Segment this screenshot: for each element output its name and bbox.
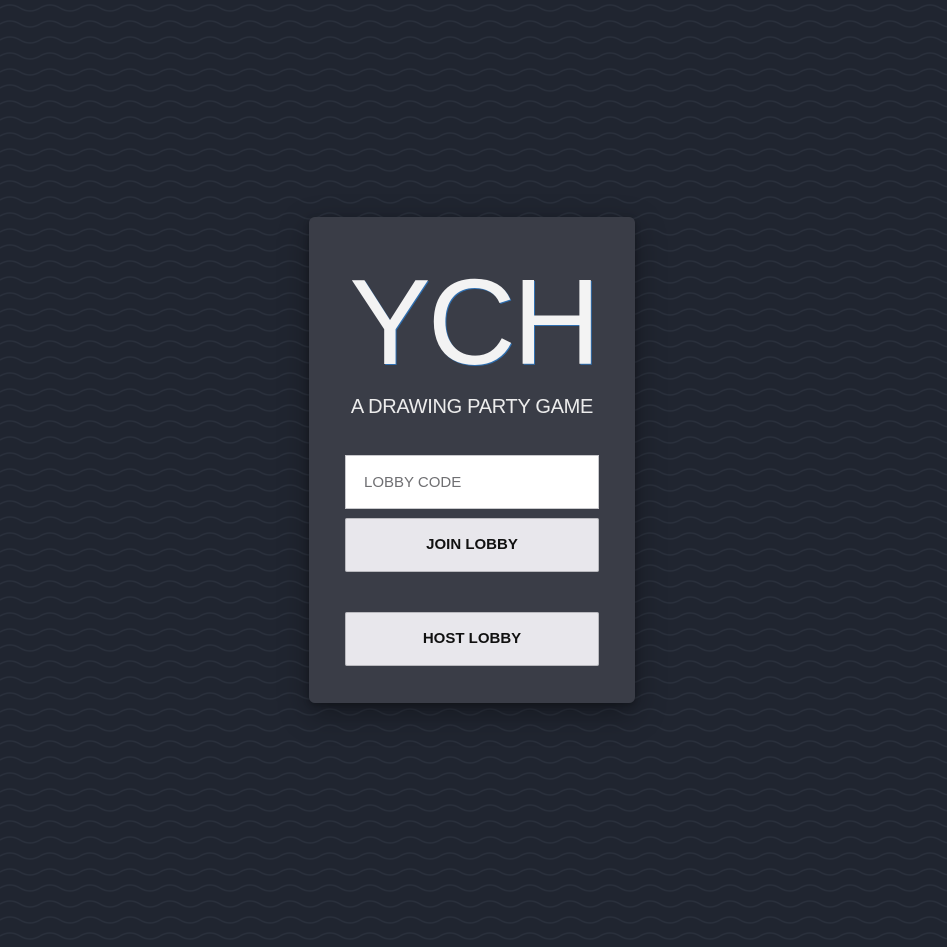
host-lobby-button[interactable]: HOST LOBBY (345, 612, 599, 666)
app-tagline: A DRAWING PARTY GAME (350, 396, 594, 418)
app-logo: YCH (349, 254, 601, 390)
join-lobby-button[interactable]: JOIN LOBBY (345, 518, 599, 572)
lobby-code-input[interactable] (345, 455, 599, 509)
